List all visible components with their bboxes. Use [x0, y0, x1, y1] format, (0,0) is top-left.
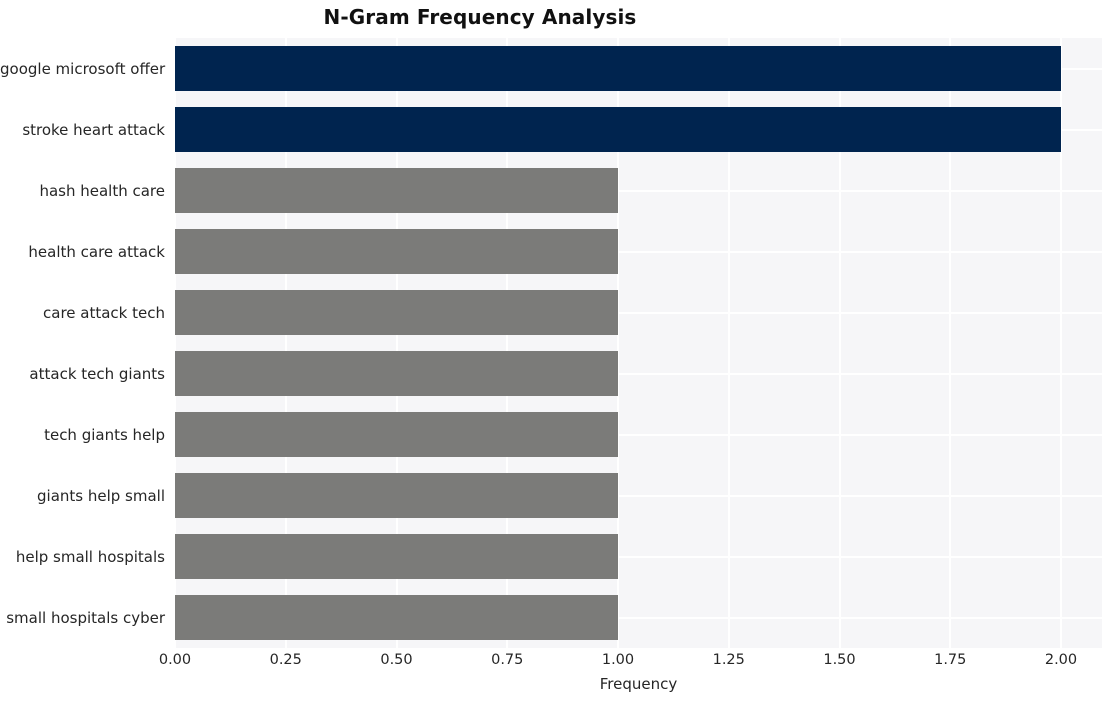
bar[interactable] [175, 351, 618, 396]
x-axis-tick-label: 1.00 [601, 652, 635, 668]
bar[interactable] [175, 412, 618, 457]
bar[interactable] [175, 107, 1061, 152]
y-axis-tick-label: help small hospitals [15, 547, 165, 566]
x-axis-tick-label: 0.75 [491, 652, 524, 668]
chart-title-text: N-Gram Frequency Analysis [323, 5, 637, 29]
y-axis-tick-label: google microsoft offer [0, 59, 166, 78]
x-axis-tick-label: 2.00 [1044, 652, 1078, 668]
y-axis-tick-label: stroke heart attack [22, 120, 165, 139]
y-axis-tick-label: giants help small [37, 486, 165, 505]
y-axis-tick-label: hash health care [39, 181, 165, 200]
bar[interactable] [175, 46, 1061, 91]
bar[interactable] [175, 290, 618, 335]
bar[interactable] [175, 168, 618, 213]
x-axis-tick-label: 1.50 [823, 652, 856, 668]
plot-area [175, 38, 1102, 648]
x-axis-tick-label: 0.25 [269, 652, 302, 668]
y-axis-tick-label: health care attack [28, 242, 165, 261]
bar[interactable] [175, 595, 618, 640]
y-axis-tick-label: care attack tech [43, 303, 165, 322]
bar[interactable] [175, 534, 618, 579]
chart-figure: N-Gram Frequency Analysis google microso… [0, 0, 1114, 701]
x-axis-tick-label: 0.00 [158, 652, 192, 668]
y-axis-tick-label: attack tech giants [29, 364, 165, 383]
y-axis-tick-label: small hospitals cyber [6, 608, 165, 627]
x-axis-tick-label: 0.50 [380, 652, 413, 668]
y-axis-tick-label: tech giants help [44, 425, 165, 444]
x-axis-tick-label: 1.75 [934, 652, 967, 668]
x-axis-tick-label: 1.25 [712, 652, 745, 668]
bar[interactable] [175, 229, 618, 274]
bar[interactable] [175, 473, 618, 518]
x-axis-title: Frequency [599, 675, 678, 693]
chart-title: N-Gram Frequency Analysis [0, 5, 1114, 29]
